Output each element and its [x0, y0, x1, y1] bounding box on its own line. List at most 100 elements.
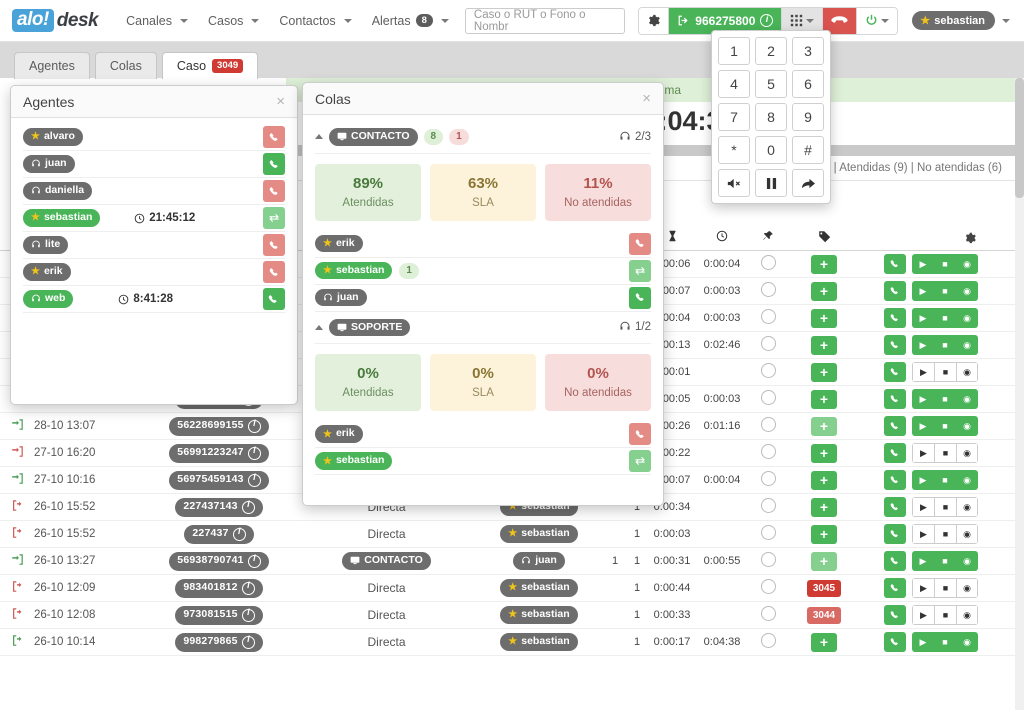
agent-chip[interactable]: ★ alvaro	[23, 128, 83, 146]
agent-row[interactable]: ★ alvaro	[23, 124, 285, 151]
nav-item-contactos[interactable]: Contactos	[269, 8, 361, 34]
agent-action-button[interactable]	[263, 126, 285, 148]
agent-row[interactable]: lite	[23, 232, 285, 259]
row-phone-chip[interactable]: 998279865	[175, 632, 263, 652]
row-phone-chip[interactable]: 56991223247	[169, 443, 269, 463]
row-agent-chip[interactable]: ★ sebastian	[500, 606, 578, 624]
table-row[interactable]: 26-10 10:14 998279865 Directa ★sebastian 1 0:…	[0, 629, 1024, 656]
row-add-tag-button[interactable]: +	[811, 551, 837, 571]
row-download-button[interactable]: ◉	[956, 497, 978, 517]
row-play-button[interactable]: ▶	[912, 578, 934, 598]
row-stop-button[interactable]: ■	[934, 254, 956, 274]
info-icon[interactable]	[247, 419, 261, 433]
dialpad-key-2[interactable]: 2	[755, 37, 787, 65]
dialpad-key-#[interactable]: #	[792, 136, 824, 164]
row-download-button[interactable]: ◉	[956, 254, 978, 274]
agent-chip[interactable]: lite	[23, 236, 69, 254]
row-stop-button[interactable]: ■	[934, 551, 956, 571]
collapse-caret-icon[interactable]	[315, 324, 323, 330]
queues-panel-close-icon[interactable]: ×	[642, 91, 651, 106]
dialpad-key-8[interactable]: 8	[755, 103, 787, 131]
queue-agent-row[interactable]: ★ erik	[315, 421, 651, 449]
row-download-button[interactable]: ◉	[956, 308, 978, 328]
row-pin-toggle[interactable]	[748, 606, 788, 624]
dialpad-key-0[interactable]: 0	[755, 136, 787, 164]
agent-row[interactable]: daniella	[23, 178, 285, 205]
row-play-button[interactable]: ▶	[912, 416, 934, 436]
row-add-tag-button[interactable]: +	[811, 254, 837, 274]
row-call-button[interactable]	[884, 524, 906, 544]
nav-item-canales[interactable]: Canales	[116, 8, 198, 34]
agent-action-button[interactable]	[263, 153, 285, 175]
status-power-button[interactable]	[857, 7, 898, 34]
row-download-button[interactable]: ◉	[956, 443, 978, 463]
info-icon[interactable]	[241, 608, 255, 622]
row-stop-button[interactable]: ■	[934, 362, 956, 382]
row-download-button[interactable]: ◉	[956, 632, 978, 652]
row-download-button[interactable]: ◉	[956, 416, 978, 436]
main-scrollbar-thumb[interactable]	[1015, 78, 1024, 198]
queue-agent-action-button[interactable]	[629, 259, 651, 282]
row-phone-chip[interactable]: 973081515	[175, 605, 263, 625]
queue-agent-row[interactable]: ★ sebastian 1	[315, 258, 651, 285]
row-phone-chip[interactable]: 56228699155	[169, 416, 269, 436]
agent-action-button[interactable]	[262, 288, 285, 310]
row-add-tag-button[interactable]: +	[811, 632, 837, 652]
info-icon[interactable]	[760, 14, 774, 27]
tab-caso[interactable]: Caso 3049	[161, 52, 259, 79]
table-row[interactable]: 26-10 15:52 227437 Directa ★sebastian 1 0:00:…	[0, 521, 1024, 548]
row-play-button[interactable]: ▶	[912, 443, 934, 463]
queue-agent-chip[interactable]: ★ sebastian	[315, 261, 393, 280]
row-stop-button[interactable]: ■	[934, 524, 956, 544]
row-pin-toggle[interactable]	[748, 417, 788, 435]
row-download-button[interactable]: ◉	[956, 524, 978, 544]
row-pin-toggle[interactable]	[748, 579, 788, 597]
row-download-button[interactable]: ◉	[956, 551, 978, 571]
row-agent-chip[interactable]: ★ sebastian	[500, 579, 578, 597]
row-queue-chip[interactable]: CONTACTO	[342, 552, 431, 570]
queue-agent-chip[interactable]: ★ erik	[315, 425, 363, 443]
row-stop-button[interactable]: ■	[934, 632, 956, 652]
row-play-button[interactable]: ▶	[912, 605, 934, 625]
info-icon[interactable]	[241, 635, 255, 649]
agent-chip[interactable]: ★ erik	[23, 263, 71, 281]
queue-agent-row[interactable]: ★ erik	[315, 231, 651, 258]
row-stop-button[interactable]: ■	[934, 497, 956, 517]
header-clock-icon[interactable]	[696, 230, 748, 245]
header-tag-icon[interactable]	[788, 230, 860, 246]
row-add-tag-button[interactable]: +	[811, 470, 837, 490]
row-add-tag-button[interactable]: +	[811, 497, 837, 517]
row-download-button[interactable]: ◉	[956, 578, 978, 598]
row-agent-chip[interactable]: ★ sebastian	[500, 525, 578, 543]
row-add-tag-button[interactable]: +	[811, 389, 837, 409]
row-call-button[interactable]	[884, 308, 906, 328]
row-pin-toggle[interactable]	[748, 363, 788, 381]
row-agent-chip[interactable]: ★ sebastian	[500, 633, 578, 651]
table-row[interactable]: 26-10 13:27 56938790741 CONTACTO juan 1 1 0:00…	[0, 548, 1024, 575]
info-icon[interactable]	[247, 554, 261, 568]
row-stop-button[interactable]: ■	[934, 335, 956, 355]
queue-agent-chip[interactable]: ★ erik	[315, 234, 363, 253]
row-download-button[interactable]: ◉	[956, 362, 978, 382]
queue-name-chip[interactable]: SOPORTE	[329, 318, 411, 337]
dialpad-key-5[interactable]: 5	[755, 70, 787, 98]
row-stop-button[interactable]: ■	[934, 578, 956, 598]
row-pin-toggle[interactable]	[748, 336, 788, 354]
dialpad-key-6[interactable]: 6	[792, 70, 824, 98]
collapse-caret-icon[interactable]	[315, 134, 323, 140]
agent-chip[interactable]: daniella	[23, 182, 93, 200]
row-play-button[interactable]: ▶	[912, 389, 934, 409]
row-call-button[interactable]	[884, 362, 906, 382]
row-pin-toggle[interactable]	[748, 390, 788, 408]
row-add-tag-button[interactable]: +	[811, 281, 837, 301]
row-agent-chip[interactable]: juan	[513, 552, 565, 570]
row-play-button[interactable]: ▶	[912, 254, 934, 274]
row-download-button[interactable]: ◉	[956, 281, 978, 301]
table-row[interactable]: 26-10 12:08 973081515 Directa ★sebastian 1 0:…	[0, 602, 1024, 629]
row-pin-toggle[interactable]	[748, 309, 788, 327]
agent-chip[interactable]: web	[23, 290, 74, 308]
queue-name-chip[interactable]: CONTACTO	[329, 128, 418, 146]
mute-icon[interactable]	[718, 169, 750, 197]
main-scrollbar[interactable]	[1015, 78, 1024, 710]
queue-agent-row[interactable]: juan	[315, 285, 651, 312]
